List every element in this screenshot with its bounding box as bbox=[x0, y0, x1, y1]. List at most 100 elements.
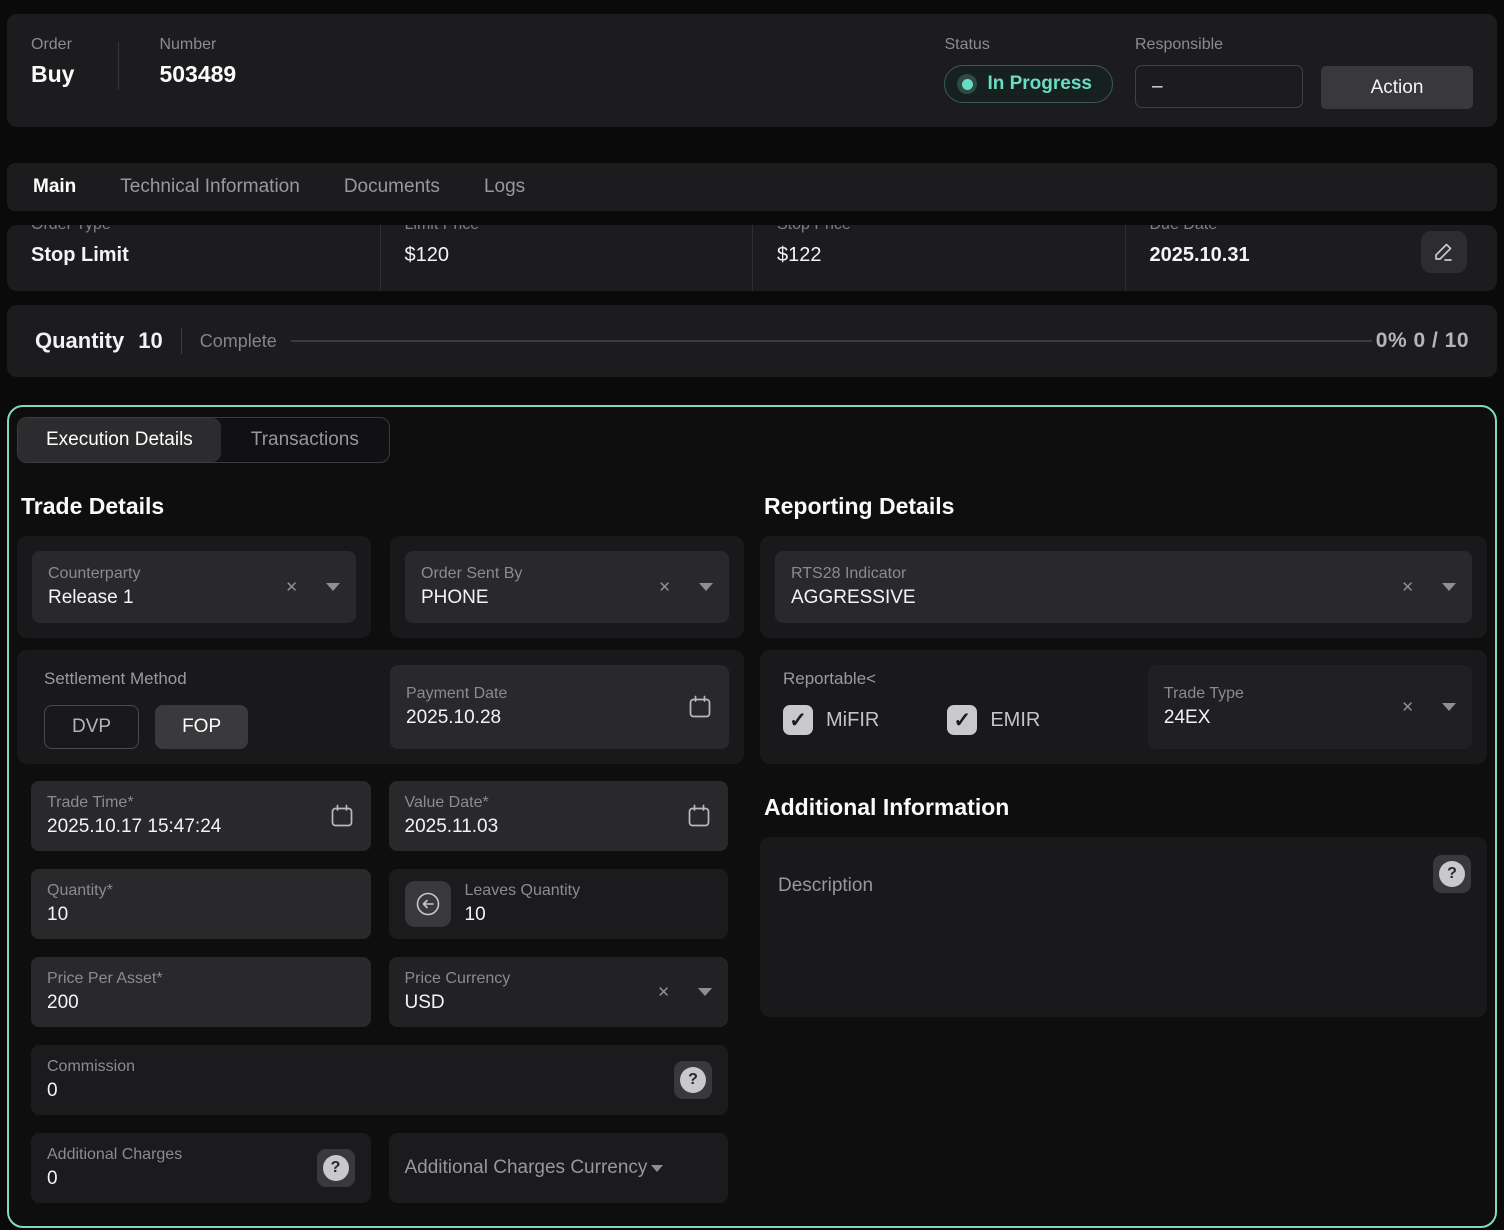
order-header: Order Buy Number 503489 Status In Progre… bbox=[7, 14, 1497, 127]
order-label: Order bbox=[31, 36, 74, 54]
chevron-down-icon[interactable] bbox=[651, 1165, 663, 1172]
responsible-field[interactable]: – bbox=[1135, 65, 1303, 108]
description-help-button[interactable]: ? bbox=[1433, 855, 1471, 893]
additional-information-title: Additional Information bbox=[764, 794, 1487, 821]
help-icon: ? bbox=[1439, 861, 1465, 887]
trade-row-5: Price Per Asset* 200 Price Currency USD … bbox=[31, 957, 728, 1027]
payment-date-field[interactable]: Payment Date 2025.10.28 bbox=[390, 665, 729, 749]
trade-row-3: Trade Time* 2025.10.17 15:47:24 bbox=[31, 781, 728, 851]
leaves-quantity-label: Leaves Quantity bbox=[465, 882, 713, 900]
calendar-icon[interactable] bbox=[686, 803, 712, 829]
trade-row-6: Commission 0 ? bbox=[31, 1045, 728, 1115]
main-tabbar: Main Technical Information Documents Log… bbox=[7, 163, 1497, 211]
calendar-icon[interactable] bbox=[687, 694, 713, 720]
order-number-value: 503489 bbox=[159, 61, 236, 88]
edit-button[interactable] bbox=[1421, 231, 1467, 273]
chevron-down-icon[interactable] bbox=[1442, 703, 1456, 711]
mifir-checkbox[interactable]: ✓ MiFIR bbox=[783, 705, 879, 735]
trade-row-7: Additional Charges 0 ? Additional Charge… bbox=[31, 1133, 728, 1203]
additional-charges-help-button[interactable]: ? bbox=[317, 1149, 355, 1187]
commission-field[interactable]: Commission 0 ? bbox=[31, 1045, 728, 1115]
dvp-button[interactable]: DVP bbox=[44, 705, 139, 749]
order-number-block: Number 503489 bbox=[159, 36, 236, 88]
order-page: Order Buy Number 503489 Status In Progre… bbox=[0, 0, 1504, 1230]
stop-price-value: $122 bbox=[777, 244, 1125, 267]
order-side-value: Buy bbox=[31, 61, 74, 88]
chevron-down-icon[interactable] bbox=[699, 583, 713, 591]
status-text: In Progress bbox=[987, 73, 1092, 95]
quantity-field[interactable]: Quantity* 10 bbox=[31, 869, 371, 939]
value-date-field[interactable]: Value Date* 2025.11.03 bbox=[389, 781, 729, 851]
fop-button[interactable]: FOP bbox=[155, 705, 248, 749]
commission-help-button[interactable]: ? bbox=[674, 1061, 712, 1099]
trade-time-label: Trade Time* bbox=[47, 794, 329, 812]
status-dot-icon bbox=[957, 74, 977, 94]
counterparty-value: Release 1 bbox=[48, 587, 285, 609]
checkbox-check-icon: ✓ bbox=[783, 705, 813, 735]
responsible-label: Responsible bbox=[1135, 36, 1303, 54]
quantity-label: Quantity* bbox=[47, 882, 355, 900]
rts28-label: RTS28 Indicator bbox=[791, 565, 1401, 583]
execution-tab-group: Execution Details Transactions bbox=[17, 417, 390, 463]
price-per-asset-field[interactable]: Price Per Asset* 200 bbox=[31, 957, 371, 1027]
pencil-icon bbox=[1432, 240, 1456, 264]
price-currency-value: USD bbox=[405, 992, 658, 1014]
tab-logs[interactable]: Logs bbox=[484, 176, 525, 198]
quantity-progress-text: 0% 0 / 10 bbox=[1376, 329, 1469, 353]
trade-details-column: Trade Details Counterparty Release 1 ✕ bbox=[17, 483, 744, 1203]
mifir-label: MiFIR bbox=[826, 709, 879, 732]
tab-technical-information[interactable]: Technical Information bbox=[120, 176, 300, 198]
action-button[interactable]: Action bbox=[1321, 66, 1473, 109]
quantity-status: Complete bbox=[200, 331, 277, 352]
limit-price-value: $120 bbox=[405, 244, 753, 267]
trade-time-field[interactable]: Trade Time* 2025.10.17 15:47:24 bbox=[31, 781, 371, 851]
additional-charges-value: 0 bbox=[47, 1168, 317, 1190]
additional-charges-currency-placeholder: Additional Charges Currency bbox=[405, 1157, 648, 1179]
order-summary-row: Order Type Stop Limit Limit Price $120 S… bbox=[7, 225, 1497, 291]
rts28-value: AGGRESSIVE bbox=[791, 587, 1401, 609]
additional-charges-field[interactable]: Additional Charges 0 ? bbox=[31, 1133, 371, 1203]
summary-stop-price: Stop Price $122 bbox=[752, 225, 1125, 291]
emir-checkbox[interactable]: ✓ EMIR bbox=[947, 705, 1040, 735]
clear-icon[interactable]: ✕ bbox=[1401, 578, 1414, 596]
summary-limit-price: Limit Price $120 bbox=[380, 225, 753, 291]
settlement-payment-card: Settlement Method DVP FOP Payment Date 2… bbox=[17, 650, 744, 764]
status-badge[interactable]: In Progress bbox=[944, 65, 1113, 103]
commission-value: 0 bbox=[47, 1080, 674, 1102]
reporting-column: Reporting Details RTS28 Indicator AGGRES… bbox=[760, 483, 1487, 1203]
trade-time-value: 2025.10.17 15:47:24 bbox=[47, 816, 329, 838]
trade-type-value: 24EX bbox=[1164, 707, 1402, 729]
tab-documents[interactable]: Documents bbox=[344, 176, 440, 198]
tab-transactions[interactable]: Transactions bbox=[221, 418, 389, 462]
chevron-down-icon[interactable] bbox=[698, 988, 712, 996]
chevron-down-icon[interactable] bbox=[1442, 583, 1456, 591]
clear-icon[interactable]: ✕ bbox=[285, 578, 298, 596]
clear-icon[interactable]: ✕ bbox=[657, 983, 670, 1001]
description-textarea[interactable]: Description bbox=[778, 875, 1469, 897]
additional-charges-currency-select[interactable]: Additional Charges Currency bbox=[389, 1133, 729, 1203]
stop-price-label: Stop Price bbox=[777, 225, 1125, 233]
order-sent-by-card: Order Sent By PHONE ✕ bbox=[390, 536, 744, 638]
leaves-quantity-field: Leaves Quantity 10 bbox=[389, 869, 729, 939]
tab-main[interactable]: Main bbox=[33, 176, 76, 198]
price-currency-select[interactable]: Price Currency USD ✕ bbox=[389, 957, 729, 1027]
settlement-method-group: Settlement Method DVP FOP bbox=[32, 665, 371, 749]
limit-price-label: Limit Price bbox=[405, 225, 753, 233]
quantity-divider bbox=[181, 328, 182, 354]
trade-row-1: Counterparty Release 1 ✕ Order Sent By P… bbox=[17, 536, 744, 638]
counterparty-select[interactable]: Counterparty Release 1 ✕ bbox=[32, 551, 356, 623]
arrow-left-circle-icon bbox=[414, 890, 442, 918]
order-sent-by-select[interactable]: Order Sent By PHONE ✕ bbox=[405, 551, 729, 623]
calendar-icon[interactable] bbox=[329, 803, 355, 829]
tab-execution-details[interactable]: Execution Details bbox=[18, 418, 221, 462]
rts28-select[interactable]: RTS28 Indicator AGGRESSIVE ✕ bbox=[775, 551, 1472, 623]
chevron-down-icon[interactable] bbox=[326, 583, 340, 591]
price-per-asset-value: 200 bbox=[47, 992, 355, 1014]
settlement-method-label: Settlement Method bbox=[44, 669, 371, 689]
clear-icon[interactable]: ✕ bbox=[1401, 698, 1414, 716]
copy-back-button[interactable] bbox=[405, 881, 451, 927]
trade-type-select[interactable]: Trade Type 24EX ✕ bbox=[1148, 665, 1472, 749]
clear-icon[interactable]: ✕ bbox=[658, 578, 671, 596]
order-side-block: Order Buy bbox=[31, 36, 74, 88]
trade-type-label: Trade Type bbox=[1164, 685, 1402, 703]
